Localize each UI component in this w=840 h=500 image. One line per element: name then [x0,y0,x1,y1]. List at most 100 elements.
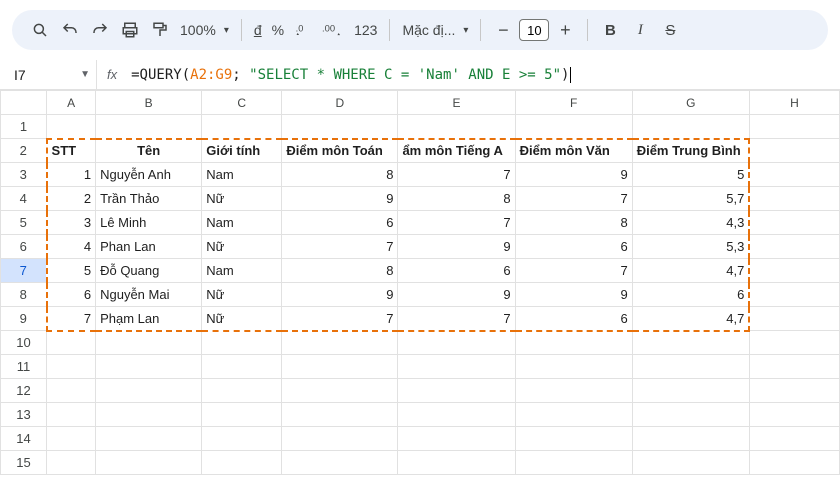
cell-C11[interactable] [202,355,282,379]
cell-H14[interactable] [749,427,839,451]
search-icon[interactable] [26,16,54,44]
cell-F11[interactable] [515,355,632,379]
cell-B6[interactable]: Phan Lan [96,235,202,259]
cell-A11[interactable] [47,355,96,379]
cell-A12[interactable] [47,379,96,403]
cell-C15[interactable] [202,451,282,475]
row-header-6[interactable]: 6 [1,235,47,259]
row-header-2[interactable]: 2 [1,139,47,163]
cell-G12[interactable] [632,379,749,403]
formula-input[interactable]: =QUERY(A2:G9; "SELECT * WHERE C = 'Nam' … [127,67,571,83]
cell-B10[interactable] [96,331,202,355]
cell-C9[interactable]: Nữ [202,307,282,331]
decrease-font-button[interactable]: − [489,16,517,44]
cell-E2[interactable]: ẩm môn Tiếng A [398,139,515,163]
row-header-5[interactable]: 5 [1,211,47,235]
cell-H8[interactable] [749,283,839,307]
redo-icon[interactable] [86,16,114,44]
cell-G3[interactable]: 5 [632,163,749,187]
column-header-B[interactable]: B [96,91,202,115]
row-header-15[interactable]: 15 [1,451,47,475]
cell-A5[interactable]: 3 [47,211,96,235]
select-all-corner[interactable] [1,91,47,115]
cell-F9[interactable]: 6 [515,307,632,331]
font-size-input[interactable] [519,19,549,41]
cell-G6[interactable]: 5,3 [632,235,749,259]
row-header-4[interactable]: 4 [1,187,47,211]
font-selector[interactable]: Mặc đị... [398,22,472,38]
percent-format-button[interactable]: % [268,22,288,38]
column-header-C[interactable]: C [202,91,282,115]
cell-D13[interactable] [282,403,398,427]
cell-D4[interactable]: 9 [282,187,398,211]
cell-H11[interactable] [749,355,839,379]
cell-G14[interactable] [632,427,749,451]
paint-format-icon[interactable] [146,16,174,44]
cell-E14[interactable] [398,427,515,451]
cell-F14[interactable] [515,427,632,451]
row-header-14[interactable]: 14 [1,427,47,451]
row-header-11[interactable]: 11 [1,355,47,379]
cell-H4[interactable] [749,187,839,211]
cell-C3[interactable]: Nam [202,163,282,187]
cell-H1[interactable] [749,115,839,139]
cell-C6[interactable]: Nữ [202,235,282,259]
cell-C2[interactable]: Giới tính [202,139,282,163]
cell-D12[interactable] [282,379,398,403]
row-header-8[interactable]: 8 [1,283,47,307]
cell-E12[interactable] [398,379,515,403]
cell-D15[interactable] [282,451,398,475]
cell-D9[interactable]: 7 [282,307,398,331]
row-header-3[interactable]: 3 [1,163,47,187]
cell-C5[interactable]: Nam [202,211,282,235]
cell-C1[interactable] [202,115,282,139]
cell-A2[interactable]: STT [47,139,96,163]
cell-E15[interactable] [398,451,515,475]
row-header-12[interactable]: 12 [1,379,47,403]
cell-C8[interactable]: Nữ [202,283,282,307]
cell-H5[interactable] [749,211,839,235]
cell-B4[interactable]: Trần Thảo [96,187,202,211]
cell-A1[interactable] [47,115,96,139]
cell-E9[interactable]: 7 [398,307,515,331]
increase-decimal-button[interactable]: .00 [320,16,348,44]
cell-G13[interactable] [632,403,749,427]
cell-E4[interactable]: 8 [398,187,515,211]
cell-A8[interactable]: 6 [47,283,96,307]
cell-H3[interactable] [749,163,839,187]
cell-B8[interactable]: Nguyễn Mai [96,283,202,307]
cell-F2[interactable]: Điểm môn Văn [515,139,632,163]
cell-C13[interactable] [202,403,282,427]
cell-B7[interactable]: Đỗ Quang [96,259,202,283]
cell-D7[interactable]: 8 [282,259,398,283]
row-header-10[interactable]: 10 [1,331,47,355]
cell-G10[interactable] [632,331,749,355]
cell-E10[interactable] [398,331,515,355]
cell-D1[interactable] [282,115,398,139]
cell-F12[interactable] [515,379,632,403]
cell-A13[interactable] [47,403,96,427]
cell-E8[interactable]: 9 [398,283,515,307]
cell-G11[interactable] [632,355,749,379]
column-header-A[interactable]: A [47,91,96,115]
cell-F3[interactable]: 9 [515,163,632,187]
cell-B13[interactable] [96,403,202,427]
row-header-1[interactable]: 1 [1,115,47,139]
cell-B15[interactable] [96,451,202,475]
cell-B5[interactable]: Lê Minh [96,211,202,235]
cell-E6[interactable]: 9 [398,235,515,259]
bold-button[interactable]: B [596,16,624,44]
cell-D14[interactable] [282,427,398,451]
cell-D6[interactable]: 7 [282,235,398,259]
cell-F8[interactable]: 9 [515,283,632,307]
cell-D5[interactable]: 6 [282,211,398,235]
cell-A9[interactable]: 7 [47,307,96,331]
cell-A10[interactable] [47,331,96,355]
increase-font-button[interactable]: + [551,16,579,44]
cell-E7[interactable]: 6 [398,259,515,283]
decrease-decimal-button[interactable]: .0 [290,16,318,44]
cell-F7[interactable]: 7 [515,259,632,283]
name-box[interactable]: I7 ▼ [8,67,96,83]
column-header-G[interactable]: G [632,91,749,115]
cell-G8[interactable]: 6 [632,283,749,307]
